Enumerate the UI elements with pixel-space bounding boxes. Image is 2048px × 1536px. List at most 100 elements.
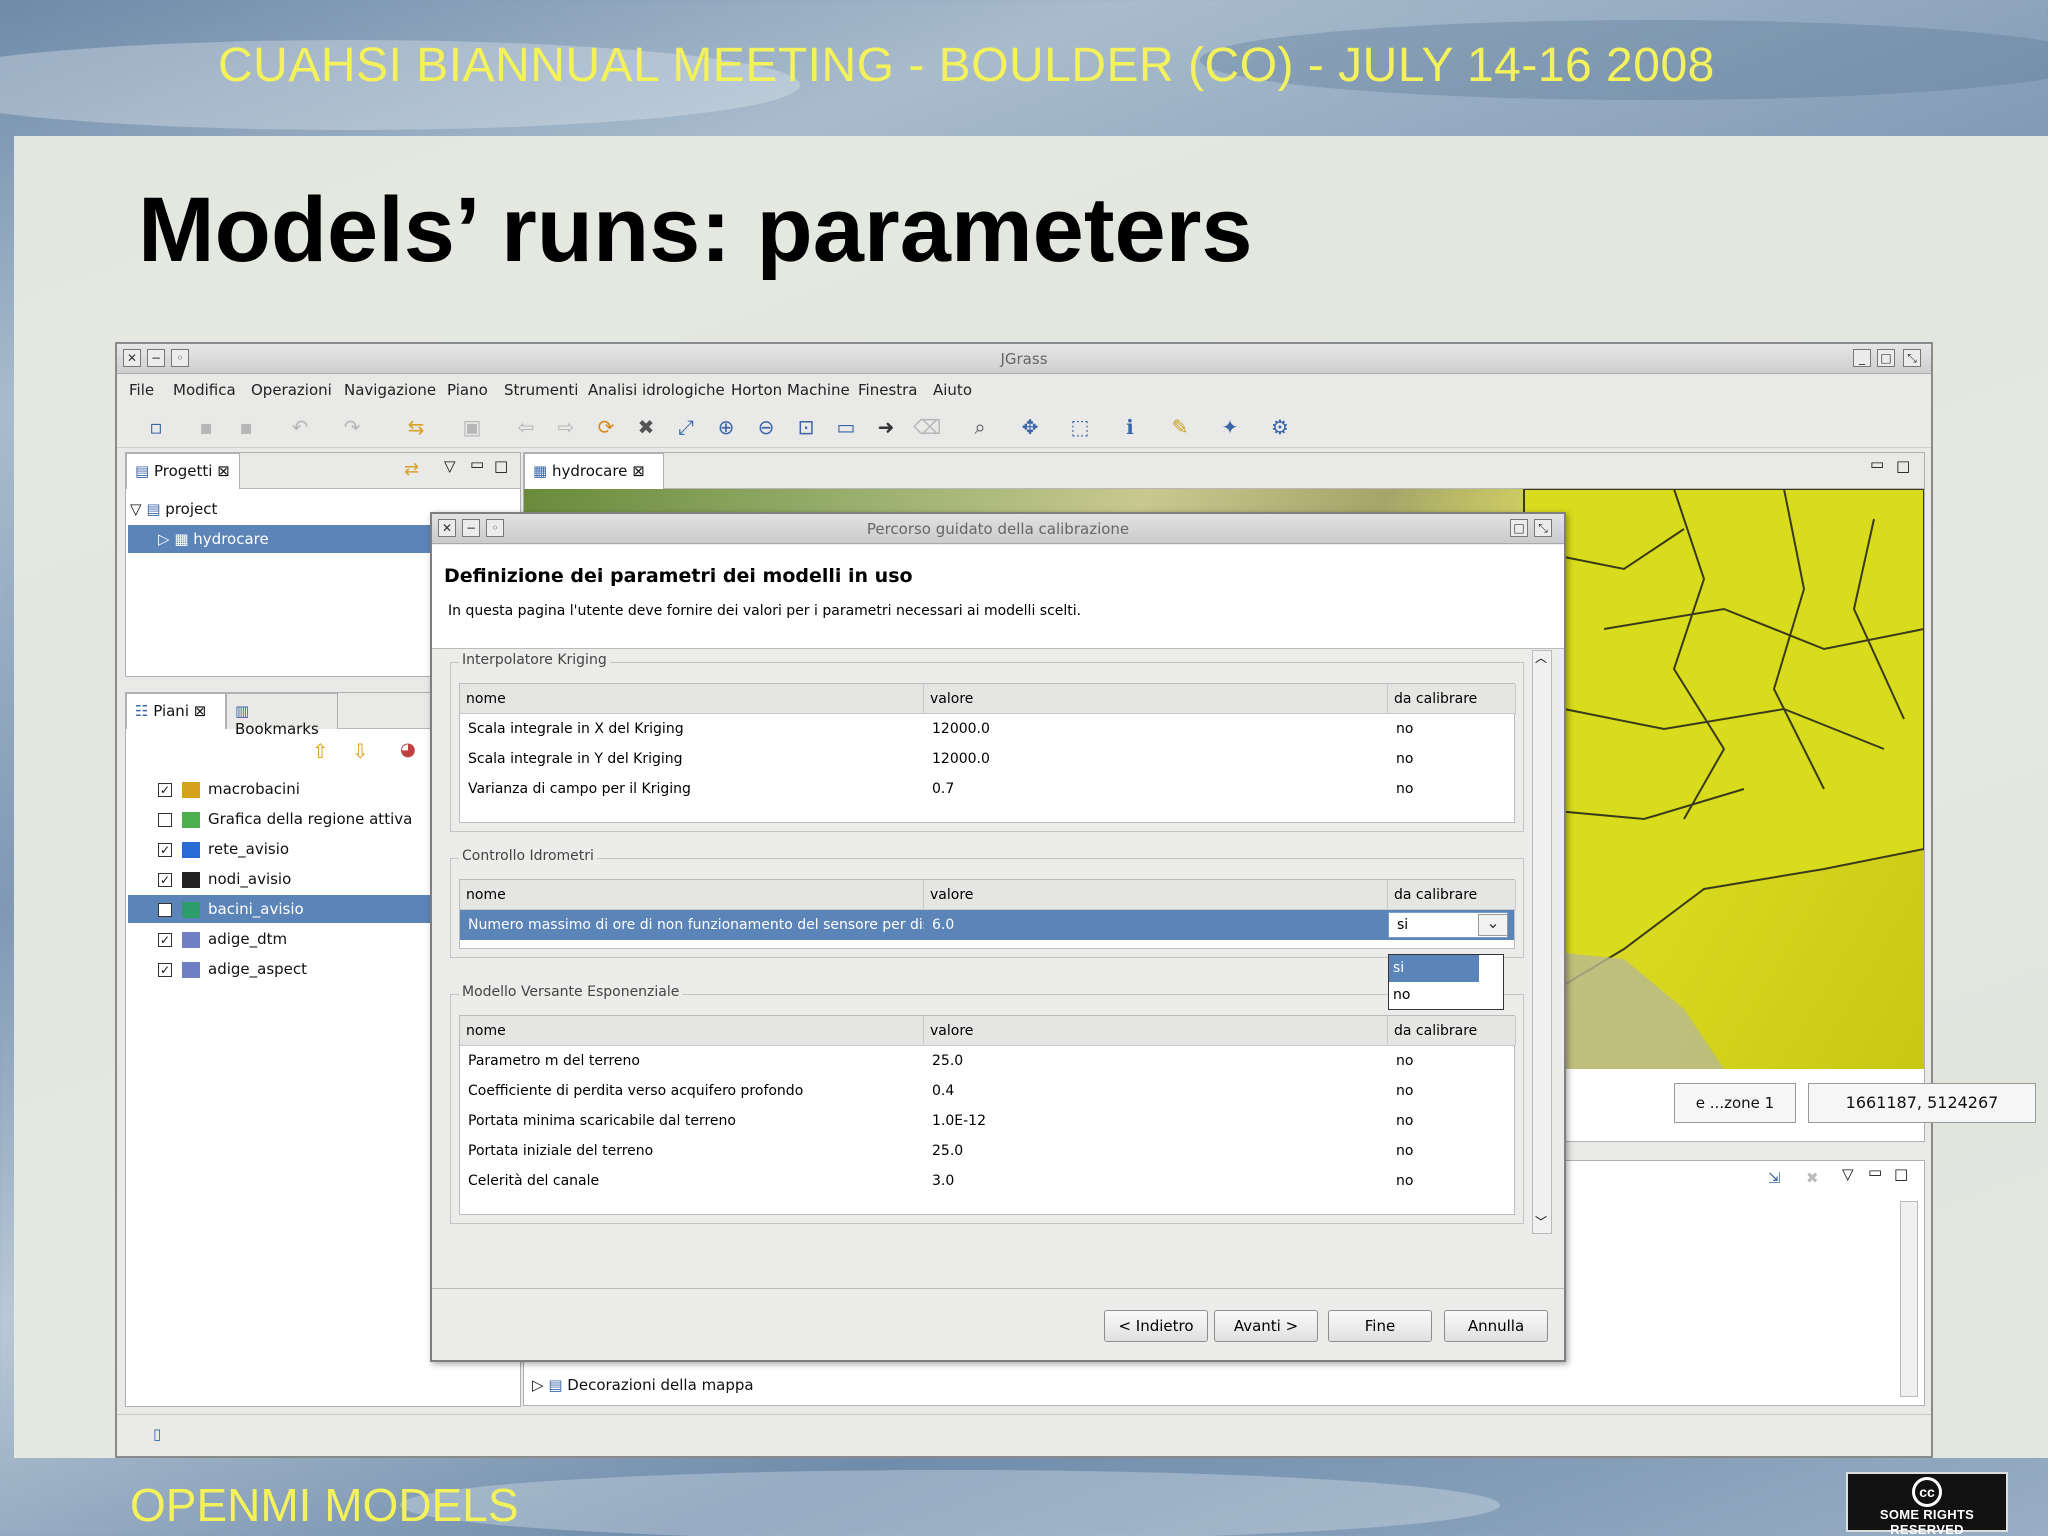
collapsed-arrow-icon[interactable]: ▷ — [158, 530, 170, 548]
plugin-tool-icon[interactable]: ⚙ — [1267, 414, 1293, 440]
expanded-arrow-icon[interactable]: ▽ — [130, 500, 142, 518]
param-calibrate[interactable]: no — [1388, 744, 1516, 774]
save-all-icon[interactable]: ▪ — [233, 414, 259, 440]
maximize-icon[interactable]: □ — [1510, 519, 1528, 537]
import-icon[interactable]: ⇲ — [1768, 1169, 1781, 1187]
table-row[interactable]: Varianza di campo per il Kriging 0.7 no — [460, 774, 1514, 804]
fast-view-icon[interactable]: ▯ — [153, 1425, 161, 1443]
param-calibrate[interactable]: no — [1388, 1046, 1516, 1076]
dropdown-option[interactable]: si — [1389, 955, 1479, 982]
menu-navigazione[interactable]: Navigazione — [344, 381, 436, 399]
minimize-icon[interactable]: ▭ — [1870, 455, 1884, 473]
dropdown-option[interactable]: no — [1389, 982, 1479, 1009]
collapsed-arrow-icon[interactable]: ▷ — [532, 1376, 544, 1394]
minimize-icon[interactable]: ▭ — [1868, 1163, 1882, 1181]
link-icon[interactable]: ⇄ — [404, 459, 419, 480]
redo-icon[interactable]: ↷ — [339, 414, 365, 440]
column-header[interactable]: nome — [460, 880, 924, 910]
eraser-icon[interactable]: ⌫ — [913, 414, 941, 440]
menu-operazioni[interactable]: Operazioni — [251, 381, 332, 399]
maximize-icon[interactable]: □ — [1896, 457, 1910, 475]
layer-checkbox[interactable]: ✓ — [158, 962, 172, 977]
menu-finestra[interactable]: Finestra — [858, 381, 918, 399]
tab-progetti[interactable]: ▤ Progetti ⊠ — [126, 453, 240, 489]
minimize-icon[interactable]: ▭ — [470, 455, 484, 473]
table-row[interactable]: Celerità del canale 3.0 no — [460, 1166, 1514, 1196]
layer-checkbox[interactable] — [158, 812, 172, 827]
menu-strumenti[interactable]: Strumenti — [504, 381, 578, 399]
info-tool-icon[interactable]: ℹ — [1117, 414, 1143, 440]
zoom-selection-icon[interactable]: ⊡ — [793, 414, 819, 440]
layer-checkbox[interactable]: ✓ — [158, 782, 172, 797]
layer-checkbox[interactable]: ✓ — [158, 842, 172, 857]
table-row[interactable]: Scala integrale in Y del Kriging 12000.0 n… — [460, 744, 1514, 774]
param-calibrate[interactable]: no — [1388, 1076, 1516, 1106]
undo-icon[interactable]: ↶ — [287, 414, 313, 440]
menu-piano[interactable]: Piano — [447, 381, 488, 399]
menu-analisi-idrologiche[interactable]: Analisi idrologiche — [588, 381, 725, 399]
vertical-scrollbar[interactable]: ︿ ﹀ — [1532, 650, 1552, 1234]
coordinates-field[interactable]: 1661187, 5124267 — [1808, 1083, 2036, 1123]
vertical-scrollbar[interactable] — [1900, 1201, 1918, 1397]
new-icon[interactable]: ▫ — [143, 414, 169, 440]
move-up-icon[interactable]: ⇧ — [312, 739, 329, 763]
screen-icon[interactable]: ▭ — [833, 414, 859, 440]
view-menu-icon[interactable]: ▽ — [1842, 1165, 1854, 1183]
param-calibrate[interactable]: no — [1388, 1166, 1516, 1196]
cancel-button[interactable]: Annulla — [1444, 1310, 1548, 1342]
palette-icon[interactable]: ◕ — [400, 739, 416, 760]
zoom-in-icon[interactable]: ⊕ — [713, 414, 739, 440]
maximize-icon[interactable]: □ — [1894, 1165, 1908, 1183]
column-header[interactable]: valore — [924, 684, 1388, 714]
finish-button[interactable]: Fine — [1328, 1310, 1432, 1342]
layer-checkbox[interactable]: ✓ — [158, 902, 172, 917]
next-button[interactable]: Avanti > — [1214, 1310, 1318, 1342]
column-header[interactable]: nome — [460, 1016, 924, 1046]
tab-bookmarks[interactable]: ▥ Bookmarks — [226, 693, 338, 738]
forward-icon[interactable]: ⇨ — [553, 414, 579, 440]
column-header[interactable]: da calibrare — [1388, 1016, 1516, 1046]
crs-field[interactable]: e ...zone 1 — [1674, 1083, 1796, 1123]
feature-tool-icon[interactable]: ✦ — [1217, 414, 1243, 440]
column-header[interactable]: da calibrare — [1388, 880, 1516, 910]
pan-tool-icon[interactable]: ✥ — [1017, 414, 1043, 440]
column-header[interactable]: valore — [924, 880, 1388, 910]
param-calibrate[interactable]: no — [1388, 1136, 1516, 1166]
tab-piani[interactable]: ☷ Piani ⊠ — [126, 693, 226, 729]
zoom-tool-icon[interactable]: ⌕ — [967, 414, 993, 440]
column-header[interactable]: nome — [460, 684, 924, 714]
table-row[interactable]: Scala integrale in X del Kriging 12000.0 n… — [460, 714, 1514, 744]
next-icon[interactable]: ➜ — [873, 414, 899, 440]
tree-item-map-decorations[interactable]: ▷ ▤ Decorazioni della mappa — [532, 1371, 1132, 1399]
zoom-out-icon[interactable]: ⊖ — [753, 414, 779, 440]
table-row[interactable]: Portata minima scaricabile dal terreno 1.… — [460, 1106, 1514, 1136]
refresh-icon[interactable]: ⟳ — [593, 414, 619, 440]
column-header[interactable]: da calibrare — [1388, 684, 1516, 714]
table-row[interactable]: Numero massimo di ore di non funzionamen… — [460, 910, 1514, 940]
scroll-up-icon[interactable]: ︿ — [1535, 650, 1547, 666]
close-tab-icon[interactable]: ⊠ — [194, 702, 207, 720]
table-row[interactable]: Portata iniziale del terreno 25.0 no — [460, 1136, 1514, 1166]
menu-horton-machine[interactable]: Horton Machine — [731, 381, 850, 399]
layer-checkbox[interactable]: ✓ — [158, 932, 172, 947]
back-icon[interactable]: ⇦ — [513, 414, 539, 440]
close-tab-icon[interactable]: ⊠ — [217, 462, 230, 480]
move-down-icon[interactable]: ⇩ — [352, 739, 369, 763]
menu-modifica[interactable]: Modifica — [173, 381, 236, 399]
close-tab-icon[interactable]: ⊠ — [632, 462, 645, 480]
maximize-icon[interactable]: □ — [1877, 349, 1895, 367]
layer-checkbox[interactable]: ✓ — [158, 872, 172, 887]
param-calibrate[interactable]: no — [1388, 1106, 1516, 1136]
zoom-extent-icon[interactable]: ⤢ — [673, 414, 699, 440]
delete-icon[interactable]: ✖ — [1806, 1169, 1819, 1187]
commit-icon[interactable]: ⇆ — [403, 414, 429, 440]
resize-icon[interactable]: ⤡ — [1903, 349, 1921, 367]
param-calibrate[interactable]: no — [1388, 714, 1516, 744]
save-icon[interactable]: ▪ — [193, 414, 219, 440]
minimize-icon[interactable]: _ — [1853, 349, 1871, 367]
select-tool-icon[interactable]: ⬚ — [1067, 414, 1093, 440]
resize-icon[interactable]: ⤡ — [1534, 519, 1552, 537]
chevron-down-icon[interactable]: ⌄ — [1478, 914, 1508, 936]
back-button[interactable]: < Indietro — [1104, 1310, 1208, 1342]
menu-file[interactable]: File — [129, 381, 154, 399]
